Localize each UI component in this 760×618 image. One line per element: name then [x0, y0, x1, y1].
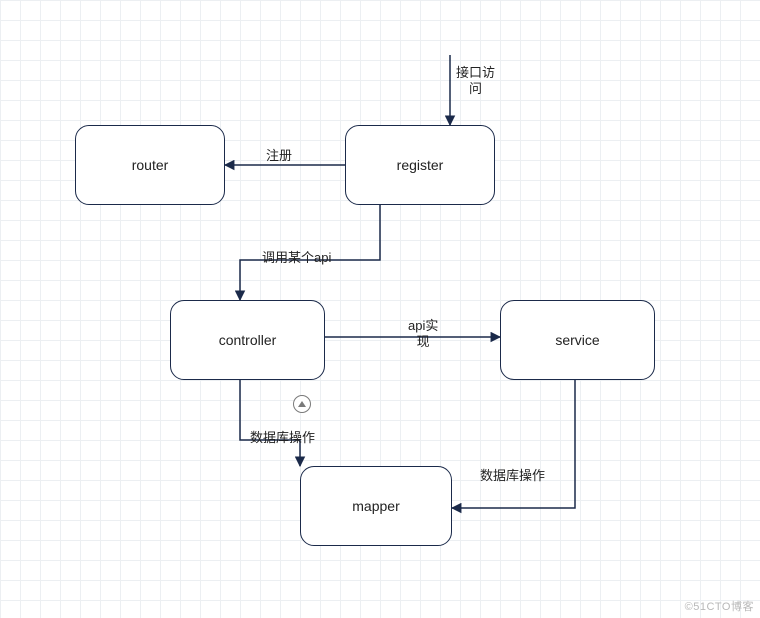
node-router[interactable]: router	[75, 125, 225, 205]
collapse-up-icon[interactable]	[293, 395, 311, 413]
node-controller[interactable]: controller	[170, 300, 325, 380]
edge-service-to-mapper	[452, 380, 575, 508]
node-controller-label: controller	[219, 332, 277, 348]
label-service-to-mapper: 数据库操作	[480, 468, 545, 484]
label-register-to-router: 注册	[266, 148, 292, 164]
label-entry-to-register: 接口访 问	[456, 65, 495, 96]
node-service-label: service	[555, 332, 599, 348]
node-mapper[interactable]: mapper	[300, 466, 452, 546]
node-mapper-label: mapper	[352, 498, 399, 514]
node-service[interactable]: service	[500, 300, 655, 380]
node-router-label: router	[132, 157, 169, 173]
edge-controller-to-mapper	[240, 380, 300, 466]
watermark: ©51CTO博客	[685, 598, 754, 614]
node-register[interactable]: register	[345, 125, 495, 205]
label-controller-to-mapper: 数据库操作	[250, 430, 315, 446]
label-controller-to-service: api实 现	[408, 318, 438, 349]
label-register-to-controller: 调用某个api	[262, 250, 331, 266]
node-register-label: register	[397, 157, 444, 173]
